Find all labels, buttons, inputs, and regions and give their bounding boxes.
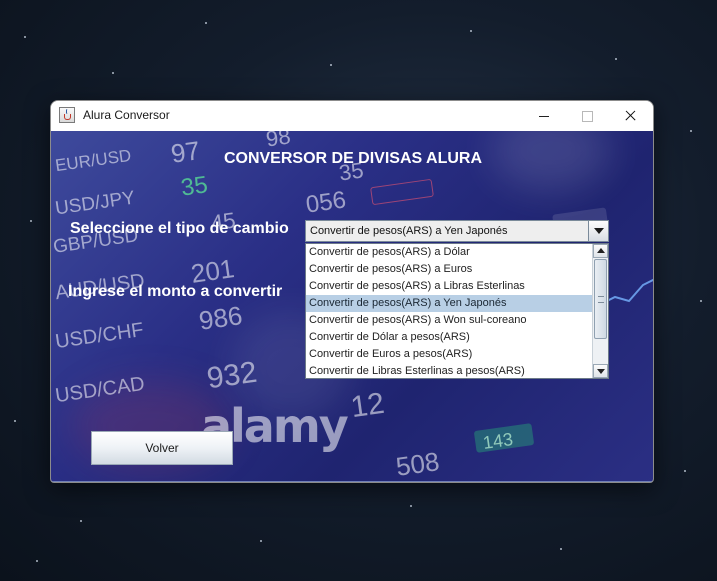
- maximize-button[interactable]: [564, 101, 610, 131]
- dropdown-scrollbar[interactable]: [592, 244, 608, 378]
- page-title: CONVERSOR DE DIVISAS ALURA: [223, 150, 483, 167]
- window-title: Alura Conversor: [83, 108, 170, 122]
- dropdown-option[interactable]: Convertir de pesos(ARS) a Libras Esterli…: [306, 278, 593, 295]
- quote-value: 12: [348, 386, 387, 425]
- minimize-button[interactable]: [521, 101, 567, 131]
- quote-value: 986: [197, 300, 245, 336]
- quote-value: 508: [394, 446, 442, 482]
- bottom-border: [51, 481, 653, 482]
- scroll-up-icon[interactable]: [593, 244, 608, 258]
- quote-value: 932: [204, 355, 260, 396]
- dropdown-option-selected[interactable]: Convertir de pesos(ARS) a Yen Japonés: [306, 295, 593, 312]
- ticker-label: USD/JPY: [53, 187, 137, 220]
- dropdown-option[interactable]: Convertir de Libras Esterlinas a pesos(A…: [306, 363, 593, 380]
- quote-value: 056: [304, 186, 348, 219]
- java-cup-icon: [59, 107, 75, 123]
- chevron-down-icon[interactable]: [588, 221, 608, 241]
- exchange-type-label: Seleccione el tipo de cambio: [70, 220, 289, 237]
- dropdown-option[interactable]: Convertir de pesos(ARS) a Won sul-corean…: [306, 312, 593, 329]
- app-window: Alura Conversor EUR/USD USD/JPY GBP/USD …: [50, 100, 654, 483]
- combobox-selected-value: Convertir de pesos(ARS) a Yen Japonés: [310, 225, 508, 237]
- dropdown-option[interactable]: Convertir de Euros a pesos(ARS): [306, 346, 593, 363]
- back-button[interactable]: Volver: [91, 431, 233, 465]
- amount-label: Ingrese el monto a convertir: [68, 283, 283, 300]
- exchange-type-dropdown-list[interactable]: Convertir de pesos(ARS) a Dólar Converti…: [305, 243, 609, 379]
- scrollbar-thumb[interactable]: [594, 259, 607, 339]
- exchange-type-combobox[interactable]: Convertir de pesos(ARS) a Yen Japonés: [305, 220, 609, 242]
- dropdown-option[interactable]: Convertir de pesos(ARS) a Euros: [306, 261, 593, 278]
- quote-value: 35: [179, 171, 210, 202]
- dropdown-option[interactable]: Convertir de pesos(ARS) a Dólar: [306, 244, 593, 261]
- close-button[interactable]: [607, 101, 653, 131]
- content-panel: EUR/USD USD/JPY GBP/USD AUD/USD USD/CHF …: [51, 131, 653, 482]
- dropdown-option[interactable]: Convertir de Dólar a pesos(ARS): [306, 329, 593, 346]
- title-bar[interactable]: Alura Conversor: [51, 101, 653, 131]
- ticker-label: USD/CHF: [53, 318, 145, 354]
- scroll-down-icon[interactable]: [593, 364, 608, 378]
